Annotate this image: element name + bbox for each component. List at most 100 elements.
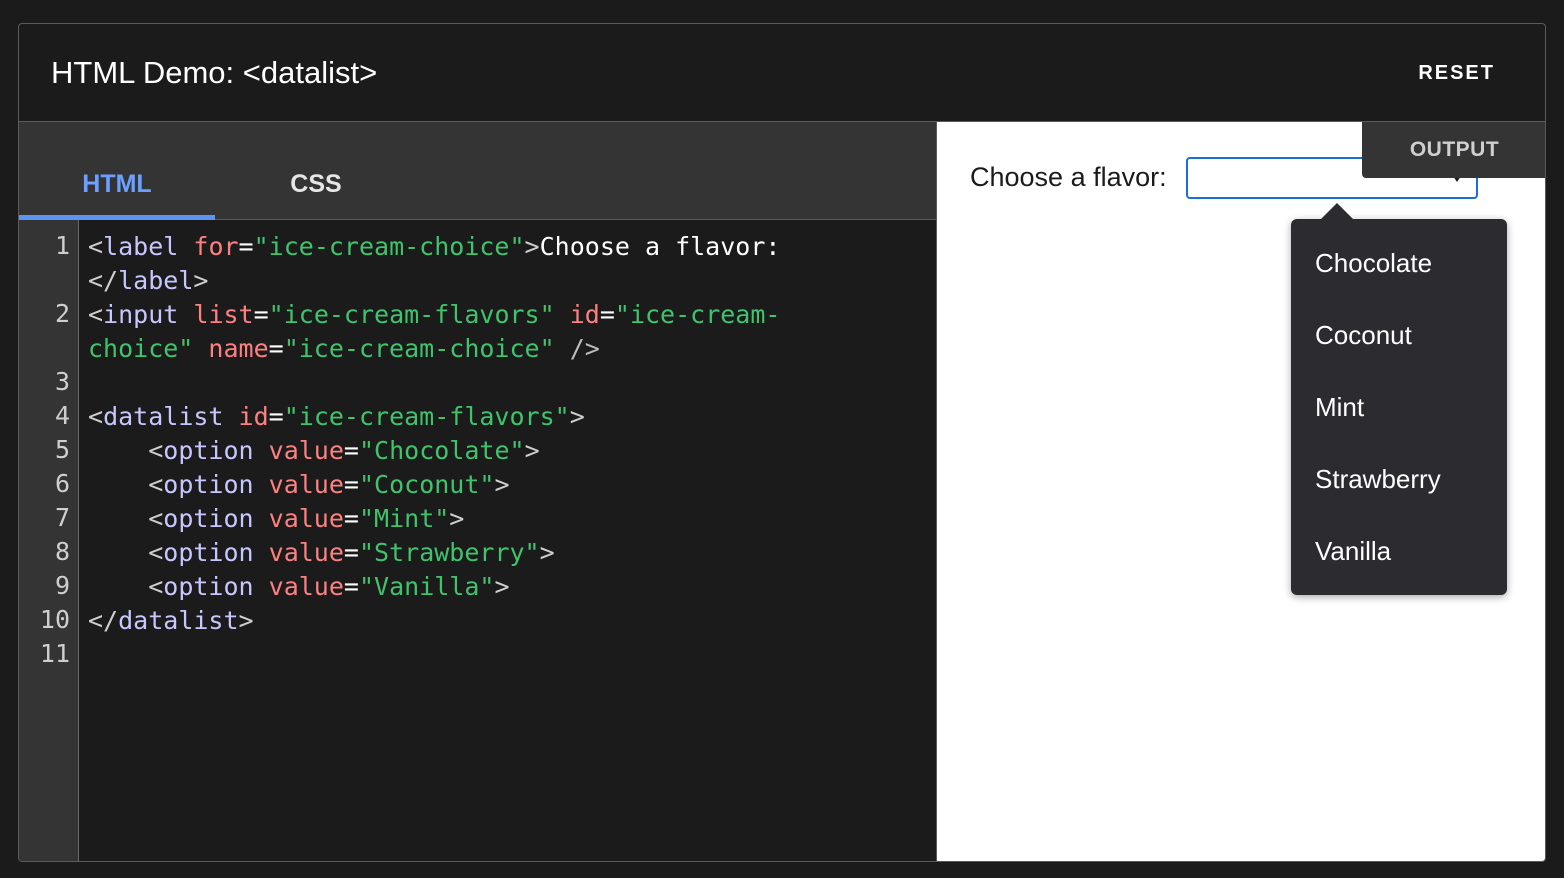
code-token: "Chocolate" — [358, 436, 525, 465]
tab-css[interactable]: CSS — [231, 169, 401, 199]
line-number: 3 — [54, 367, 70, 396]
code-token: = — [238, 232, 254, 261]
code-token: "ice-cream- — [614, 300, 781, 329]
code-token: id — [238, 402, 269, 431]
code-token: > — [539, 538, 555, 567]
code-token: </ — [88, 266, 119, 295]
line-number-gutter: 1 2 3 4 5 6 7 8 9 10 11 — [19, 220, 79, 861]
code-token: value — [268, 504, 344, 533]
code-token: > — [238, 606, 254, 635]
line-number: 7 — [54, 503, 70, 532]
code-token: "ice-cream-choice" — [253, 232, 525, 261]
code-line: </label> — [88, 264, 208, 298]
code-token: input — [103, 300, 179, 329]
code-token: value — [268, 572, 344, 601]
line-number: 10 — [39, 605, 70, 634]
code-line: <option value="Coconut"> — [88, 468, 510, 502]
code-token: datalist — [118, 606, 239, 635]
code-token: < — [148, 504, 164, 533]
code-line: <option value="Strawberry"> — [88, 536, 555, 570]
code-token: Choose a flavor: — [539, 232, 781, 261]
output-tab-label: OUTPUT — [1362, 122, 1545, 178]
code-token: option — [163, 436, 254, 465]
line-number: 8 — [54, 537, 70, 566]
code-token: > — [193, 266, 209, 295]
demo-header: HTML Demo: <datalist> RESET — [19, 24, 1545, 122]
code-line: <option value="Vanilla"> — [88, 570, 510, 604]
code-token: < — [148, 538, 164, 567]
code-token: = — [599, 300, 615, 329]
code-line: choice" name="ice-cream-choice" /> — [88, 332, 600, 366]
code-token: = — [343, 504, 359, 533]
code-token: = — [268, 334, 284, 363]
code-editor-panel: HTML CSS 1 2 3 4 5 6 7 8 9 10 11 <label … — [19, 122, 937, 861]
code-token: = — [343, 436, 359, 465]
code-line: <option value="Chocolate"> — [88, 434, 540, 468]
line-number: 2 — [54, 299, 70, 328]
line-number: 1 — [54, 231, 70, 260]
code-token: < — [148, 470, 164, 499]
code-line: <label for="ice-cream-choice">Choose a f… — [88, 230, 780, 264]
code-token: choice" — [88, 334, 194, 363]
code-token: for — [193, 232, 239, 261]
tab-html[interactable]: HTML — [19, 169, 215, 220]
code-token: = — [253, 300, 269, 329]
code-token: option — [163, 504, 254, 533]
code-token: > — [494, 572, 510, 601]
code-token: < — [88, 232, 104, 261]
code-token: value — [268, 470, 344, 499]
code-token: > — [494, 470, 510, 499]
code-token: > — [569, 402, 585, 431]
code-token: "Strawberry" — [358, 538, 540, 567]
code-token: label — [103, 232, 179, 261]
code-token: > — [449, 504, 465, 533]
code-token: < — [148, 572, 164, 601]
code-token: name — [208, 334, 269, 363]
code-token: = — [268, 402, 284, 431]
code-area[interactable]: <label for="ice-cream-choice">Choose a f… — [88, 230, 780, 842]
code-line: </datalist> — [88, 604, 254, 638]
editor-tab-bar: HTML CSS — [19, 122, 936, 220]
code-line: <input list="ice-cream-flavors" id="ice-… — [88, 298, 780, 332]
code-token: < — [88, 300, 104, 329]
code-token: option — [163, 538, 254, 567]
line-number: 4 — [54, 401, 70, 430]
datalist-option-mint[interactable]: Mint — [1315, 391, 1364, 423]
code-token: "Vanilla" — [358, 572, 495, 601]
output-panel: Choose a flavor: OUTPUT Chocolate Coconu… — [937, 122, 1545, 861]
code-token: "Mint" — [358, 504, 450, 533]
code-token: "ice-cream-choice" — [283, 334, 555, 363]
datalist-option-coconut[interactable]: Coconut — [1315, 319, 1412, 351]
code-token: id — [569, 300, 600, 329]
code-token: "ice-cream-flavors" — [268, 300, 555, 329]
code-token: = — [343, 538, 359, 567]
code-line: <datalist id="ice-cream-flavors"> — [88, 400, 585, 434]
line-number: 6 — [54, 469, 70, 498]
code-token: > — [524, 436, 540, 465]
datalist-option-strawberry[interactable]: Strawberry — [1315, 463, 1441, 495]
code-token: < — [148, 436, 164, 465]
line-number: 5 — [54, 435, 70, 464]
code-token: option — [163, 572, 254, 601]
code-token: = — [343, 572, 359, 601]
datalist-option-chocolate[interactable]: Chocolate — [1315, 247, 1432, 279]
code-token: datalist — [103, 402, 224, 431]
code-token: </ — [88, 606, 119, 635]
code-token: "ice-cream-flavors" — [283, 402, 570, 431]
code-token: = — [343, 470, 359, 499]
code-token: option — [163, 470, 254, 499]
code-token: value — [268, 538, 344, 567]
code-token: "Coconut" — [358, 470, 495, 499]
reset-button[interactable]: RESET — [1418, 60, 1495, 86]
datalist-dropdown: Chocolate Coconut Mint Strawberry Vanill… — [1291, 203, 1507, 595]
page-title: HTML Demo: <datalist> — [51, 55, 378, 90]
code-token: list — [193, 300, 254, 329]
code-token: < — [88, 402, 104, 431]
code-line: <option value="Mint"> — [88, 502, 464, 536]
code-token: label — [118, 266, 194, 295]
code-token: > — [524, 232, 540, 261]
flavor-label: Choose a flavor: — [970, 162, 1167, 192]
demo-frame: HTML Demo: <datalist> RESET HTML CSS 1 2… — [18, 23, 1546, 862]
datalist-option-vanilla[interactable]: Vanilla — [1315, 535, 1391, 567]
code-token: value — [268, 436, 344, 465]
